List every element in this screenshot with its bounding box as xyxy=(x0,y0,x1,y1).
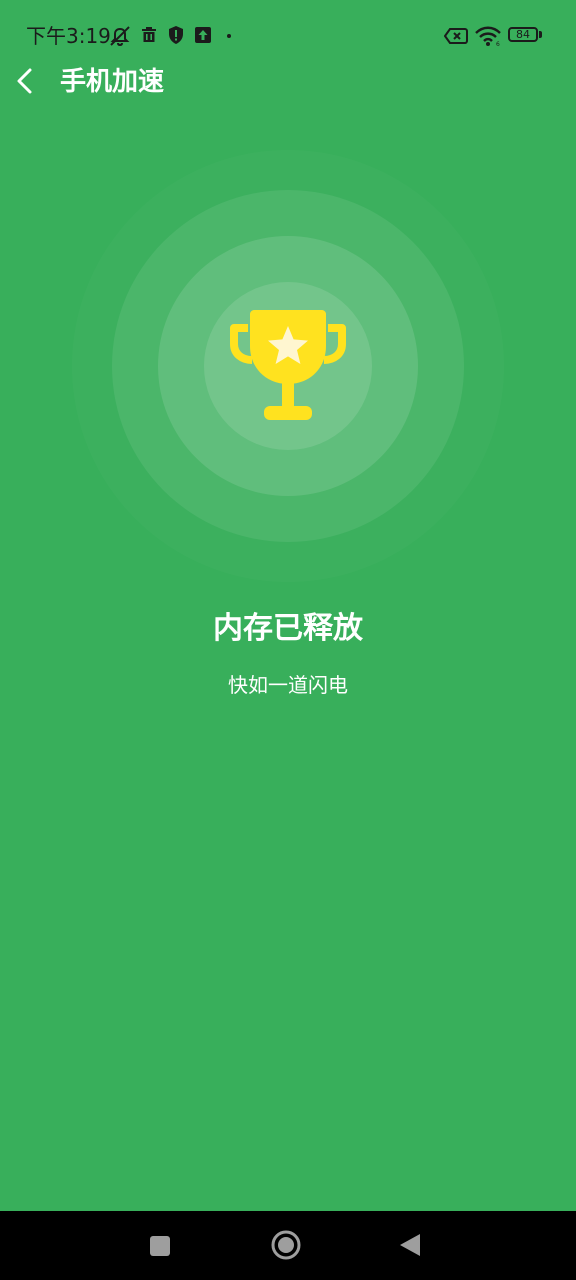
home-button[interactable] xyxy=(270,1229,302,1261)
shield-icon xyxy=(169,26,183,44)
status-time: 下午3:19 xyxy=(26,24,111,48)
result-title: 内存已释放 xyxy=(213,611,363,646)
back-button[interactable] xyxy=(6,60,46,104)
battery-level: 84 xyxy=(516,28,530,41)
upload-icon xyxy=(195,27,211,43)
sim-error-icon xyxy=(444,28,468,44)
result-subtitle: 快如一道闪电 xyxy=(228,673,348,697)
page-title: 手机加速 xyxy=(60,67,165,97)
wifi-icon: 6 xyxy=(475,26,501,47)
battery-tip xyxy=(539,31,542,38)
svg-text:6: 6 xyxy=(496,41,500,47)
app-screen: 下午3:19 6 84 手机加速 内存已释放 快如一道闪电 xyxy=(0,0,576,1211)
recent-apps-button[interactable] xyxy=(148,1234,172,1258)
battery-icon: 84 xyxy=(508,27,538,42)
trash-icon xyxy=(142,27,156,42)
bell-off-icon xyxy=(110,26,130,47)
chevron-left-icon xyxy=(17,68,32,94)
trophy-icon xyxy=(230,310,346,420)
back-nav-button[interactable] xyxy=(398,1232,422,1258)
nav-bar xyxy=(0,1211,576,1280)
dot-icon xyxy=(227,34,231,38)
status-bar: 下午3:19 6 84 xyxy=(0,0,576,70)
